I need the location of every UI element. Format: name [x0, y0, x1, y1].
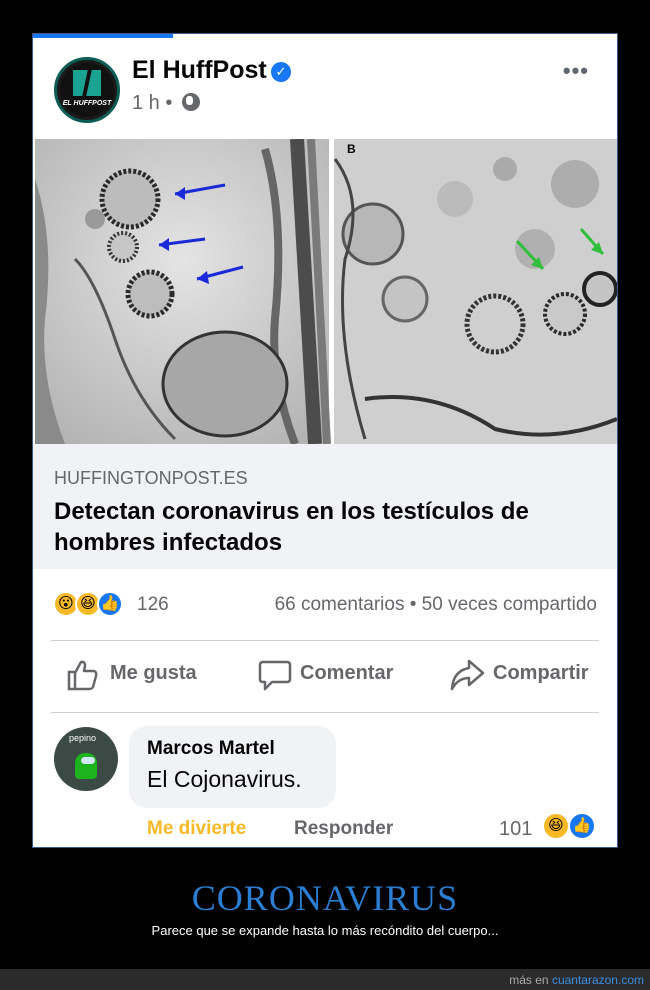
huffpost-logo-icon [73, 70, 101, 96]
like-label: Me gusta [110, 662, 197, 684]
share-button[interactable]: Compartir [449, 659, 609, 698]
logo-text: EL HUFFPOST [62, 100, 112, 107]
share-label: Compartir [493, 662, 589, 684]
comment: pepino Marcos Martel El Cojonavirus. Me … [33, 724, 617, 847]
haha-reaction-icon: 😆 [542, 812, 570, 840]
link-preview[interactable]: HUFFINGTONPOST.ES Detectan coronavirus e… [33, 444, 617, 569]
meta-separator: • [165, 92, 173, 114]
reactions-bar: 😮 😆 👍 126 66 comentarios • 50 veces comp… [33, 589, 617, 629]
crewmate-visor [81, 757, 95, 764]
like-reaction-icon[interactable]: 👍 [97, 591, 123, 617]
like-button[interactable]: Me gusta [66, 660, 236, 698]
comment-bubble: Marcos Martel El Cojonavirus. [129, 726, 336, 808]
reply-button[interactable]: Responder [294, 818, 393, 840]
avatar-tag: pepino [69, 733, 97, 743]
more-options-icon[interactable]: ••• [563, 58, 589, 84]
share-icon [450, 659, 485, 691]
site-footer: más en cuantarazon.com [0, 969, 650, 990]
commenter-avatar[interactable]: pepino [54, 727, 118, 791]
post-actions: Me gusta Comentar Compartir [33, 642, 617, 712]
divider [51, 712, 599, 713]
post-image[interactable]: B [35, 139, 617, 444]
site-link[interactable]: cuantarazon.com [552, 973, 644, 987]
comment-button[interactable]: Comentar [258, 660, 428, 698]
divider [51, 640, 599, 641]
post-time[interactable]: 1 h [132, 92, 160, 114]
link-domain: HUFFINGTONPOST.ES [54, 468, 248, 488]
comment-label: Comentar [300, 662, 394, 684]
footer-prefix: más en [509, 973, 549, 987]
post-meta: 1 h • [132, 92, 200, 115]
panel-label-b: B [347, 142, 356, 156]
link-headline[interactable]: Detectan coronavirus en los testículos d… [54, 496, 594, 558]
page-name[interactable]: El HuffPost [132, 56, 267, 85]
engagement-stats[interactable]: 66 comentarios • 50 veces compartido [275, 594, 597, 616]
post-header: EL HUFFPOST El HuffPost ✓ 1 h • ••• [33, 34, 617, 139]
caption-title: CORONAVIRUS [191, 878, 459, 918]
thumbs-up-icon [67, 660, 98, 691]
reaction-count[interactable]: 126 [137, 594, 169, 616]
facebook-post-card: EL HUFFPOST El HuffPost ✓ 1 h • ••• B HU… [32, 33, 618, 848]
footer-text: más en cuantarazon.com [509, 973, 644, 987]
globe-icon [181, 93, 200, 111]
comment-text: El Cojonavirus. [147, 766, 302, 792]
comment-icon [258, 660, 292, 691]
caption-subtitle: Parece que se expande hasta lo más recón… [151, 923, 499, 938]
page-avatar[interactable]: EL HUFFPOST [54, 57, 120, 123]
like-reaction-icon: 👍 [568, 812, 596, 840]
haha-reaction-button[interactable]: Me divierte [147, 818, 246, 840]
comment-reaction-count[interactable]: 101 [499, 818, 532, 841]
micrograph-image: B [35, 139, 617, 444]
commenter-name[interactable]: Marcos Martel [147, 738, 275, 760]
verified-badge-icon: ✓ [271, 62, 291, 82]
